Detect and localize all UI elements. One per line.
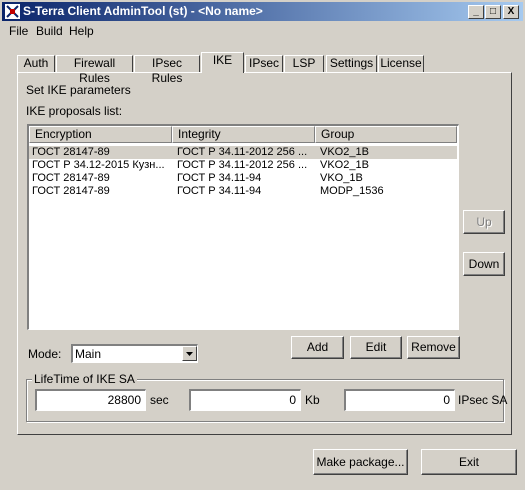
lifetime-kilobytes-field[interactable]: 0 [189,389,301,411]
title-bar[interactable]: S-Terra Client AdminTool (st) - <No name… [2,2,523,21]
window-title: S-Terra Client AdminTool (st) - <No name… [23,4,263,18]
table-row[interactable]: ГОСТ 28147-89 ГОСТ Р 34.11-94 MODP_1536 [29,185,457,198]
cell-encryption: ГОСТ 28147-89 [32,146,110,158]
edit-button[interactable]: Edit [350,336,402,359]
maximize-button[interactable]: □ [485,5,501,19]
app-icon[interactable] [5,4,20,19]
minimize-button[interactable]: _ [468,5,484,19]
lifetime-group-title: LifeTime of IKE SA [32,372,137,386]
tab-ipsec-rules[interactable]: IPsec Rules [134,55,200,85]
tab-settings[interactable]: Settings [326,55,377,72]
column-integrity[interactable]: Integrity [172,126,315,143]
cell-integrity: ГОСТ Р 34.11-94 [177,172,262,184]
mode-label: Mode: [28,347,62,361]
tab-firewall-rules[interactable]: Firewall Rules [56,55,133,85]
table-row[interactable]: ГОСТ 28147-89 ГОСТ Р 34.11-94 VKO_1B [29,172,457,185]
exit-button[interactable]: Exit [421,449,517,475]
list-header: Encryption Integrity Group [29,126,457,143]
cell-encryption: ГОСТ 28147-89 [32,172,110,184]
cell-group: VKO2_1B [320,146,369,158]
make-package-button[interactable]: Make package... [313,449,408,475]
cell-group: VKO2_1B [320,159,369,171]
cell-integrity: ГОСТ Р 34.11-94 [177,185,262,197]
cell-integrity: ГОСТ Р 34.11-2012 256 ... [177,159,308,171]
menu-file[interactable]: File [9,24,28,38]
remove-button[interactable]: Remove [407,336,460,359]
packets-unit-label: IPsec SA [458,393,508,407]
app-window: S-Terra Client AdminTool (st) - <No name… [0,0,525,490]
cell-group: MODP_1536 [320,185,384,197]
add-button[interactable]: Add [291,336,344,359]
column-encryption[interactable]: Encryption [29,126,172,143]
down-button[interactable]: Down [463,252,505,276]
column-group[interactable]: Group [315,126,457,143]
table-row[interactable]: ГОСТ 28147-89 ГОСТ Р 34.11-2012 256 ... … [29,146,457,159]
mode-select[interactable]: Main [71,344,198,363]
seconds-unit-label: sec [150,393,169,407]
tab-ipsec[interactable]: IPsec [245,55,283,72]
proposals-list-label: IKE proposals list: [26,104,123,118]
cell-encryption: ГОСТ Р 34.12-2015 Кузн... [32,159,165,171]
close-button[interactable]: X [503,5,519,19]
tab-ike[interactable]: IKE [201,52,244,73]
ike-proposals-list[interactable]: Encryption Integrity Group ГОСТ 28147-89… [27,124,459,330]
menu-bar: File Build Help [2,22,523,40]
cell-encryption: ГОСТ 28147-89 [32,185,110,197]
cell-group: VKO_1B [320,172,363,184]
lifetime-seconds-field[interactable]: 28800 [35,389,146,411]
table-row[interactable]: ГОСТ Р 34.12-2015 Кузн... ГОСТ Р 34.11-2… [29,159,457,172]
section-title: Set IKE parameters [26,83,131,97]
mode-value: Main [75,347,102,361]
menu-help[interactable]: Help [69,24,94,38]
kilobytes-unit-label: Kb [305,393,320,407]
lifetime-packets-field[interactable]: 0 [344,389,455,411]
menu-build[interactable]: Build [36,24,63,38]
tab-license[interactable]: License [378,55,424,72]
tab-auth[interactable]: Auth [17,55,55,72]
chevron-down-icon[interactable] [182,346,197,361]
up-button[interactable]: Up [463,210,505,234]
cell-integrity: ГОСТ Р 34.11-2012 256 ... [177,146,308,158]
tab-lsp[interactable]: LSP [284,55,324,72]
